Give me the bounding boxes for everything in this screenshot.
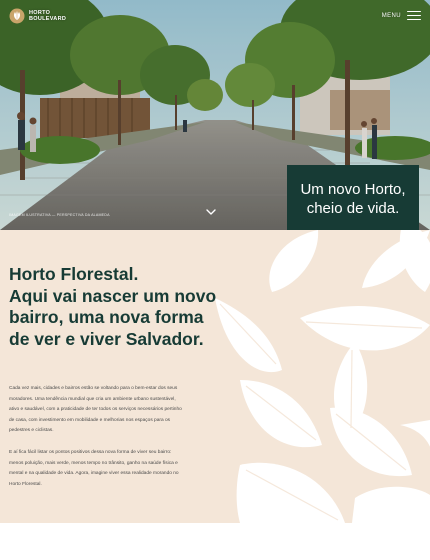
page-bottom-spacer — [0, 523, 430, 560]
menu-label: MENU — [381, 12, 401, 19]
hero-tagline-box: Um novo Horto, cheio de vida. — [287, 165, 419, 230]
brand-line-2: BOULEVARD — [29, 16, 67, 22]
chevron-down-icon[interactable] — [205, 207, 217, 217]
brand-logo[interactable]: HORTO BOULEVARD — [9, 8, 66, 24]
hamburger-icon — [407, 11, 421, 20]
menu-button[interactable]: MENU — [382, 11, 421, 20]
leaf-cluster-logo-icon — [9, 8, 25, 24]
headline-bold: Horto Florestal. — [9, 264, 139, 284]
hero-banner: HORTO BOULEVARD MENU IMAGEM ILUSTRATIVA … — [0, 0, 430, 230]
intro-paragraph-1: Cada vez mais, cidades e bairros estão s… — [9, 386, 182, 433]
intro-headline: Horto Florestal. Aqui vai nascer um novo… — [9, 264, 224, 350]
tagline-line-2: cheio de vida. — [306, 200, 400, 217]
intro-section: Horto Florestal. Aqui vai nascer um novo… — [0, 230, 430, 523]
tagline-line-1: Um novo Horto, — [300, 181, 406, 198]
image-caption: IMAGEM ILUSTRATIVA — PERSPECTIVA DA ALAM… — [9, 213, 110, 217]
intro-paragraph-2: E aí fica fácil listar os pontos positiv… — [9, 450, 179, 487]
headline-rest: Aqui vai nascer um novo bairro, uma nova… — [9, 285, 217, 349]
brand-name: HORTO BOULEVARD — [29, 10, 66, 22]
